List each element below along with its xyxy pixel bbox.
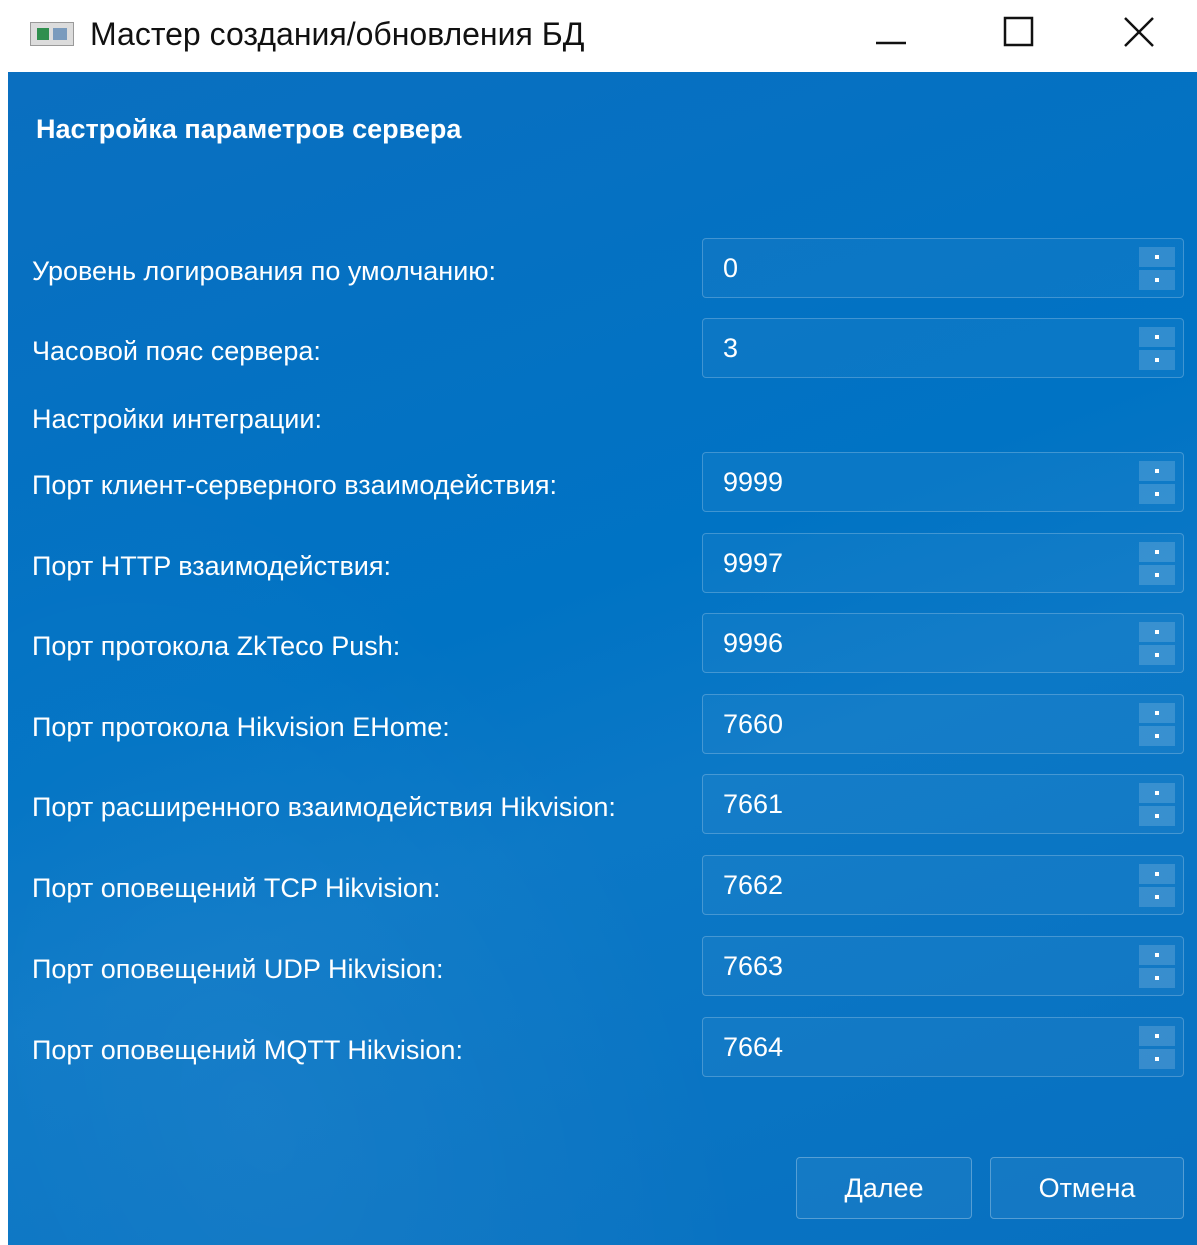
- hikvision-tcp-port-label: Порт оповещений TCP Hikvision:: [32, 873, 441, 903]
- hikvision-extended-port-label: Порт расширенного взаимодействия Hikvisi…: [32, 792, 616, 822]
- hikvision-mqtt-port-label: Порт оповещений MQTT Hikvision:: [32, 1035, 463, 1065]
- spin-up-button[interactable]: [1139, 703, 1175, 723]
- down-arrow-icon: [1155, 278, 1159, 282]
- page-title: Настройка параметров сервера: [36, 114, 462, 144]
- down-arrow-icon: [1155, 1057, 1159, 1061]
- up-arrow-icon: [1155, 872, 1159, 876]
- down-arrow-icon: [1155, 358, 1159, 362]
- spin-up-button[interactable]: [1139, 783, 1175, 803]
- cancel-button[interactable]: Отмена: [990, 1157, 1184, 1219]
- spin-down-button[interactable]: [1139, 887, 1175, 907]
- integration-section-label: Настройки интеграции:: [32, 404, 322, 434]
- spin-arrows: [1139, 1026, 1175, 1070]
- hikvision-extended-port-spinbox[interactable]: 7661: [702, 774, 1184, 834]
- spin-arrows: [1139, 461, 1175, 505]
- client-server-port-spinbox[interactable]: 9999: [702, 452, 1184, 512]
- hikvision-ehome-port-value[interactable]: 7660: [723, 707, 783, 741]
- down-arrow-icon: [1155, 734, 1159, 738]
- title-bar: Мастер создания/обновления БД: [0, 0, 1197, 72]
- up-arrow-icon: [1155, 953, 1159, 957]
- wizard-content: Настройка параметров сервера Уровень лог…: [8, 72, 1197, 1245]
- timezone-spinbox[interactable]: 3: [702, 318, 1184, 378]
- timezone-value[interactable]: 3: [723, 331, 738, 365]
- down-arrow-icon: [1155, 653, 1159, 657]
- wizard-window: Мастер создания/обновления БД Настройка …: [0, 0, 1197, 1245]
- hikvision-ehome-port-spinbox[interactable]: 7660: [702, 694, 1184, 754]
- hikvision-extended-port-value[interactable]: 7661: [723, 787, 783, 821]
- spin-up-button[interactable]: [1139, 461, 1175, 481]
- app-icon: [30, 22, 74, 46]
- spin-arrows: [1139, 542, 1175, 586]
- down-arrow-icon: [1155, 492, 1159, 496]
- spin-arrows: [1139, 864, 1175, 908]
- hikvision-ehome-port-label: Порт протокола Hikvision EHome:: [32, 712, 450, 742]
- spin-down-button[interactable]: [1139, 806, 1175, 826]
- hikvision-udp-port-value[interactable]: 7663: [723, 949, 783, 983]
- spin-up-button[interactable]: [1139, 864, 1175, 884]
- close-icon: [1124, 17, 1154, 47]
- spin-up-button[interactable]: [1139, 247, 1175, 267]
- client-server-port-label: Порт клиент-серверного взаимодействия:: [32, 470, 558, 500]
- hikvision-mqtt-port-spinbox[interactable]: 7664: [702, 1017, 1184, 1077]
- spin-arrows: [1139, 327, 1175, 371]
- log-level-value[interactable]: 0: [723, 251, 738, 285]
- down-arrow-icon: [1155, 895, 1159, 899]
- close-button[interactable]: [1094, 0, 1184, 64]
- maximize-button[interactable]: [974, 0, 1064, 64]
- down-arrow-icon: [1155, 573, 1159, 577]
- hikvision-mqtt-port-value[interactable]: 7664: [723, 1030, 783, 1064]
- spin-down-button[interactable]: [1139, 726, 1175, 746]
- minimize-icon: [876, 41, 906, 45]
- up-arrow-icon: [1155, 255, 1159, 259]
- hikvision-tcp-port-value[interactable]: 7662: [723, 868, 783, 902]
- spin-up-button[interactable]: [1139, 945, 1175, 965]
- spin-arrows: [1139, 783, 1175, 827]
- up-arrow-icon: [1155, 550, 1159, 554]
- up-arrow-icon: [1155, 335, 1159, 339]
- hikvision-udp-port-label: Порт оповещений UDP Hikvision:: [32, 954, 444, 984]
- down-arrow-icon: [1155, 814, 1159, 818]
- up-arrow-icon: [1155, 1034, 1159, 1038]
- http-port-value[interactable]: 9997: [723, 546, 783, 580]
- zkteco-push-port-label: Порт протокола ZkTeco Push:: [32, 631, 401, 661]
- up-arrow-icon: [1155, 791, 1159, 795]
- spin-arrows: [1139, 622, 1175, 666]
- spin-down-button[interactable]: [1139, 270, 1175, 290]
- zkteco-push-port-spinbox[interactable]: 9996: [702, 613, 1184, 673]
- spin-arrows: [1139, 945, 1175, 989]
- spin-down-button[interactable]: [1139, 968, 1175, 988]
- up-arrow-icon: [1155, 630, 1159, 634]
- spin-arrows: [1139, 703, 1175, 747]
- log-level-spinbox[interactable]: 0: [702, 238, 1184, 298]
- next-button[interactable]: Далее: [796, 1157, 972, 1219]
- up-arrow-icon: [1155, 711, 1159, 715]
- spin-down-button[interactable]: [1139, 645, 1175, 665]
- spin-up-button[interactable]: [1139, 542, 1175, 562]
- spin-arrows: [1139, 247, 1175, 291]
- hikvision-udp-port-spinbox[interactable]: 7663: [702, 936, 1184, 996]
- spin-up-button[interactable]: [1139, 622, 1175, 642]
- hikvision-tcp-port-spinbox[interactable]: 7662: [702, 855, 1184, 915]
- log-level-label: Уровень логирования по умолчанию:: [32, 256, 497, 286]
- timezone-label: Часовой пояс сервера:: [32, 336, 321, 366]
- minimize-button[interactable]: [846, 0, 936, 64]
- maximize-icon: [1003, 16, 1034, 47]
- spin-down-button[interactable]: [1139, 484, 1175, 504]
- http-port-label: Порт HTTP взаимодействия:: [32, 551, 391, 581]
- spin-down-button[interactable]: [1139, 350, 1175, 370]
- http-port-spinbox[interactable]: 9997: [702, 533, 1184, 593]
- client-server-port-value[interactable]: 9999: [723, 465, 783, 499]
- spin-up-button[interactable]: [1139, 327, 1175, 347]
- down-arrow-icon: [1155, 976, 1159, 980]
- up-arrow-icon: [1155, 469, 1159, 473]
- spin-up-button[interactable]: [1139, 1026, 1175, 1046]
- zkteco-push-port-value[interactable]: 9996: [723, 626, 783, 660]
- spin-down-button[interactable]: [1139, 565, 1175, 585]
- spin-down-button[interactable]: [1139, 1049, 1175, 1069]
- window-title: Мастер создания/обновления БД: [90, 16, 585, 52]
